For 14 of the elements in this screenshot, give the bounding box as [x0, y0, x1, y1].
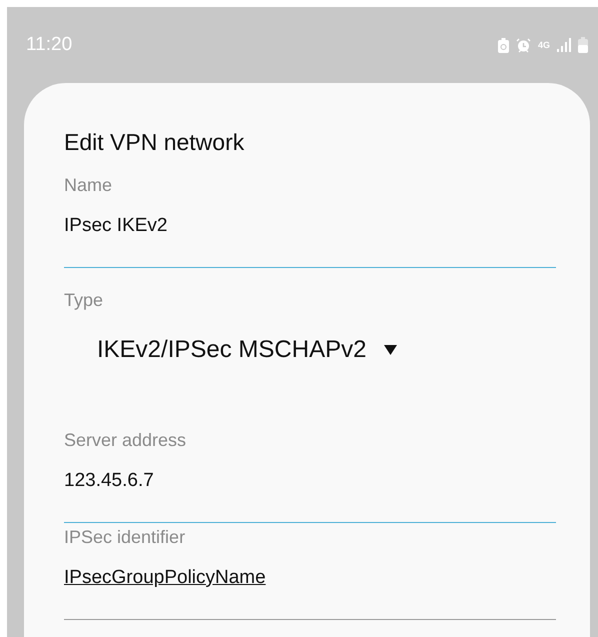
- field-label: Server address: [64, 429, 188, 452]
- type-dropdown[interactable]: IKEv2/IPSec MSCHAPv2: [64, 312, 398, 408]
- dropdown-arrow-icon: [384, 345, 398, 355]
- dialog-title: Edit VPN network: [64, 128, 246, 157]
- text-field[interactable]: 123.45.6.7: [64, 452, 556, 523]
- alarm-clock-icon: [516, 38, 531, 52]
- battery-saver-icon: [498, 38, 509, 52]
- signal-icon: [557, 38, 571, 52]
- text-field[interactable]: IPsec IKEv2: [64, 197, 556, 268]
- field-label: IPSec identifier: [64, 526, 186, 549]
- text-field[interactable]: IPsecGroupPolicyName: [64, 549, 556, 620]
- field-label: Type: [64, 289, 104, 312]
- battery-icon: [578, 37, 588, 53]
- field-label: Name: [64, 174, 114, 197]
